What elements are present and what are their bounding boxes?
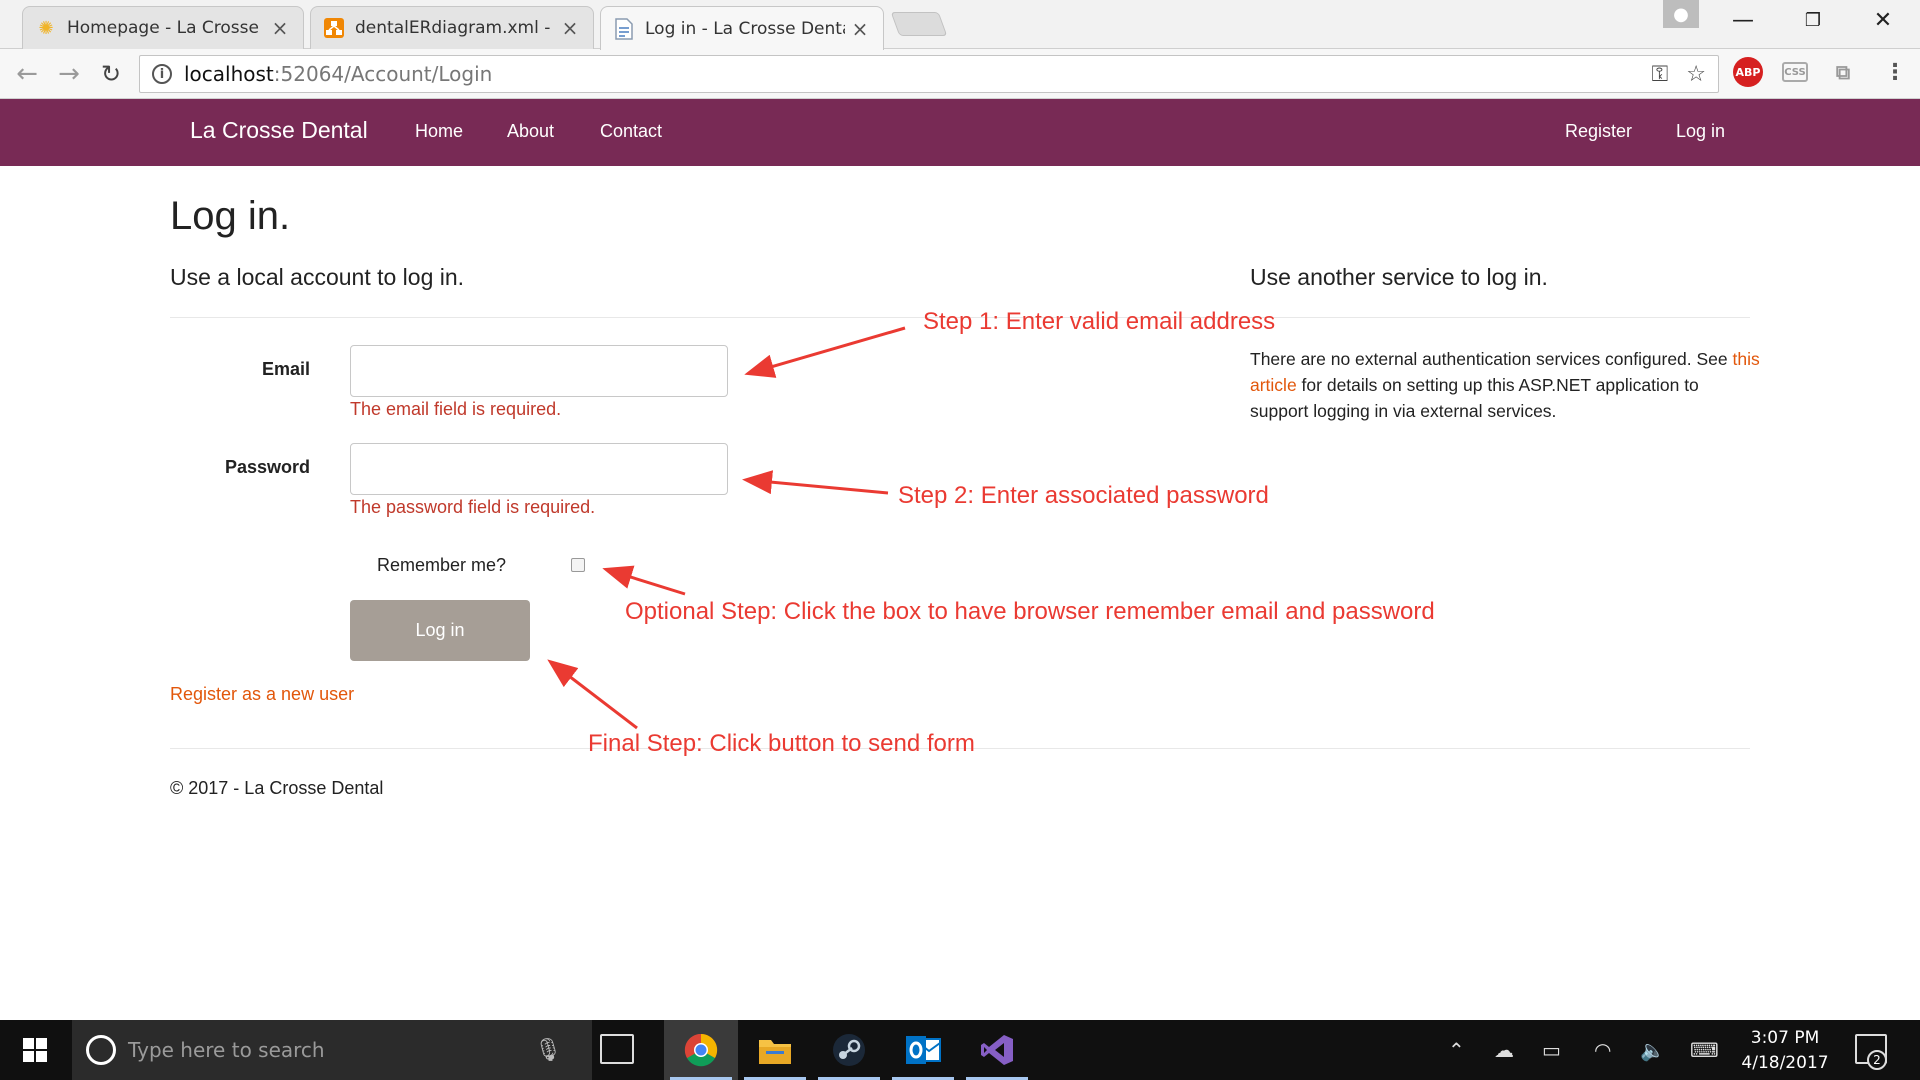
browser-toolbar: ← → ↻ i localhost:52064/Account/Login ⚿ …: [0, 49, 1920, 99]
volume-muted-icon[interactable]: 🔈: [1640, 1020, 1665, 1080]
annotation-final-step: Final Step: Click button to send form: [588, 730, 975, 757]
password-error: The password field is required.: [350, 497, 596, 517]
nav-contact[interactable]: Contact: [600, 121, 662, 142]
external-auth-text-part1: There are no external authentication ser…: [1250, 349, 1733, 369]
microphone-icon[interactable]: 🎙: [534, 1038, 562, 1063]
nav-register[interactable]: Register: [1565, 121, 1632, 142]
pdf-extension-icon[interactable]: ⧉: [1828, 57, 1858, 87]
remember-me-label: Remember me?: [377, 555, 507, 575]
file-explorer-icon[interactable]: [738, 1020, 812, 1080]
url-path: :52064/Account/Login: [273, 62, 493, 86]
keyboard-icon[interactable]: ⌨: [1690, 1020, 1719, 1080]
wifi-icon[interactable]: ◠: [1594, 1020, 1611, 1080]
tab-login-active[interactable]: Log in - La Crosse Dental ×: [600, 6, 884, 50]
back-icon[interactable]: ←: [10, 57, 44, 91]
register-new-user-link[interactable]: Register as a new user: [170, 684, 354, 705]
brand-link[interactable]: La Crosse Dental: [190, 117, 368, 144]
forward-icon[interactable]: →: [52, 57, 86, 91]
close-tab-icon[interactable]: ×: [561, 16, 579, 40]
drawio-favicon-icon: [323, 17, 345, 39]
annotation-optional-step: Optional Step: Click the box to have bro…: [625, 598, 1435, 625]
notification-count: 2: [1867, 1050, 1887, 1070]
close-tab-icon[interactable]: ×: [851, 17, 869, 41]
css-extension-icon[interactable]: CSS: [1782, 62, 1808, 82]
annotation-step2: Step 2: Enter associated password: [898, 482, 1269, 509]
cortana-icon: [86, 1035, 116, 1065]
adblock-extension-icon[interactable]: ABP: [1733, 57, 1763, 87]
remember-me-checkbox[interactable]: [571, 558, 585, 572]
close-window-icon[interactable]: ✕: [1860, 2, 1906, 38]
new-tab-button[interactable]: [890, 12, 948, 36]
taskbar-clock[interactable]: 3:07 PM 4/18/2017: [1735, 1026, 1835, 1076]
site-info-icon[interactable]: i: [152, 64, 172, 84]
visual-studio-icon[interactable]: [960, 1020, 1034, 1080]
tab-title: dentalERdiagram.xml - d: [355, 18, 555, 38]
bookmark-star-icon[interactable]: ☆: [1686, 62, 1706, 87]
search-placeholder: Type here to search: [128, 1038, 325, 1062]
outlook-icon[interactable]: [886, 1020, 960, 1080]
restore-icon[interactable]: ❐: [1790, 2, 1836, 38]
email-label: Email: [261, 359, 310, 379]
login-button[interactable]: Log in: [350, 600, 530, 661]
external-auth-text-part2: for details on setting up this ASP.NET a…: [1250, 375, 1699, 421]
clock-date: 4/18/2017: [1741, 1053, 1829, 1073]
chrome-menu-icon[interactable]: ⋮: [1880, 57, 1910, 87]
task-view-icon[interactable]: [600, 1034, 634, 1064]
onedrive-icon[interactable]: ☁: [1494, 1020, 1514, 1080]
page-title: Log in.: [170, 194, 291, 238]
browser-tab-strip: ✺ Homepage - La Crosse × dentalERdiagram…: [0, 0, 1920, 50]
site-navbar: La Crosse Dental Home About Contact Regi…: [0, 99, 1920, 166]
footer-copyright: © 2017 - La Crosse Dental: [170, 778, 384, 798]
nav-login[interactable]: Log in: [1676, 121, 1725, 142]
clock-time: 3:07 PM: [1750, 1028, 1820, 1048]
tab-homepage[interactable]: ✺ Homepage - La Crosse ×: [22, 6, 304, 49]
battery-icon[interactable]: ▭: [1542, 1020, 1561, 1080]
page-content: Log in. Use a local account to log in. U…: [0, 166, 1920, 1020]
local-account-heading: Use a local account to log in.: [170, 264, 465, 290]
password-field[interactable]: [350, 443, 728, 495]
close-tab-icon[interactable]: ×: [271, 16, 289, 40]
show-hidden-icons[interactable]: ⌃: [1448, 1020, 1465, 1080]
address-bar[interactable]: i localhost:52064/Account/Login ⚿ ☆: [139, 55, 1719, 93]
windows-start-icon[interactable]: [0, 1020, 70, 1080]
sun-favicon-icon: ✺: [38, 17, 54, 39]
chrome-icon[interactable]: [664, 1020, 738, 1080]
tab-diagram[interactable]: dentalERdiagram.xml - d ×: [310, 6, 594, 49]
external-service-heading: Use another service to log in.: [1250, 264, 1548, 290]
nav-about[interactable]: About: [507, 121, 554, 142]
password-label: Password: [224, 457, 310, 477]
key-icon[interactable]: ⚿: [1652, 62, 1669, 87]
url-host: localhost: [184, 62, 274, 86]
tab-title: Homepage - La Crosse: [67, 18, 259, 38]
external-auth-text: There are no external authentication ser…: [1250, 346, 1760, 424]
annotation-step1: Step 1: Enter valid email address: [923, 308, 1276, 335]
email-field[interactable]: [350, 345, 728, 397]
email-error: The email field is required.: [350, 399, 562, 419]
reload-icon[interactable]: ↻: [94, 57, 128, 91]
page-favicon-icon: [613, 17, 635, 40]
minimize-icon[interactable]: —: [1720, 2, 1766, 38]
taskbar-search-box[interactable]: Type here to search 🎙: [72, 1020, 592, 1080]
tab-title: Log in - La Crosse Dental: [645, 18, 845, 39]
nav-home[interactable]: Home: [415, 121, 463, 142]
windows-taskbar: Type here to search 🎙 ⌃ ☁ ▭ ◠ 🔈 ⌨ 3:07 P…: [0, 1020, 1920, 1080]
profile-icon[interactable]: ●: [1663, 0, 1699, 28]
steam-icon[interactable]: [812, 1020, 886, 1080]
